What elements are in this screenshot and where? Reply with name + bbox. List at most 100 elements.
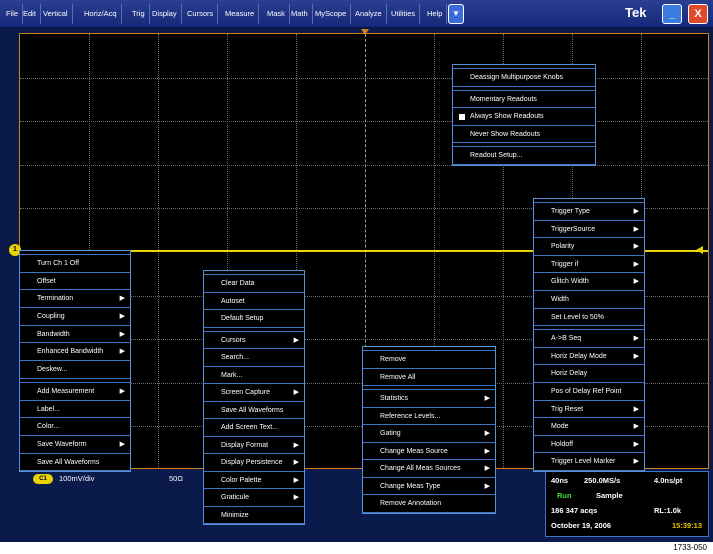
menu-horiz-acq[interactable]: Horiz/Acq: [80, 4, 122, 24]
menu-item-a-b-seq[interactable]: A->B Seq ▶: [534, 330, 644, 348]
trigger-position-marker[interactable]: [361, 29, 369, 35]
menu-item-screen-capture[interactable]: Screen Capture ▶: [204, 384, 304, 402]
menu-item-change-meas-type[interactable]: Change Meas Type ▶: [363, 478, 495, 495]
menu-item-display-format[interactable]: Display Format ▶: [204, 437, 304, 454]
menu-item-label: Trigger Level Marker: [551, 458, 616, 466]
menu-item-bandwidth[interactable]: Bandwidth ▶: [20, 326, 130, 344]
menu-myscope[interactable]: MyScope: [311, 4, 352, 24]
menu-item-triggersource[interactable]: TriggerSource ▶: [534, 221, 644, 239]
menu-item-horiz-delay[interactable]: Horiz Delay: [534, 365, 644, 383]
menu-item-label: Label...: [37, 405, 60, 413]
menu-help[interactable]: Help: [423, 4, 448, 24]
menu-item-remove-all[interactable]: Remove All: [363, 369, 495, 386]
menu-item-readout-setup[interactable]: Readout Setup...: [453, 147, 595, 165]
menu-item-statistics[interactable]: Statistics ▶: [363, 390, 495, 408]
menu-analyze[interactable]: Analyze: [351, 4, 387, 24]
menu-item-trigger-type[interactable]: Trigger Type ▶: [534, 203, 644, 221]
menu-item-remove[interactable]: Remove: [363, 351, 495, 369]
menu-item-polarity[interactable]: Polarity ▶: [534, 238, 644, 256]
acquisition-readout-panel[interactable]: 40ns 250.0MS/s 4.0ns/pt Run Sample 186 3…: [545, 471, 709, 537]
menu-item-holdoff[interactable]: Holdoff ▶: [534, 436, 644, 454]
menu-item-label: A->B Seq: [551, 335, 582, 343]
menu-item-offset[interactable]: Offset: [20, 273, 130, 291]
menu-item-display-persistence[interactable]: Display Persistence ▶: [204, 454, 304, 472]
menu-edit[interactable]: Edit: [19, 4, 41, 24]
menu-item-label: Mode: [551, 423, 569, 431]
menu-item-trigger-level-marker[interactable]: Trigger Level Marker ▶: [534, 453, 644, 471]
menu-item-coupling[interactable]: Coupling ▶: [20, 308, 130, 326]
menu-item-horiz-delay-mode[interactable]: Horiz Delay Mode ▶: [534, 348, 644, 366]
submenu-arrow-icon: ▶: [119, 330, 125, 338]
menu-item-cursors[interactable]: Cursors ▶: [204, 332, 304, 349]
menu-item-add-screen-text[interactable]: Add Screen Text...: [204, 419, 304, 437]
menu-bar: File Edit Vertical Horiz/Acq Trig Display Curs…: [0, 0, 713, 28]
menu-item-save-waveform[interactable]: Save Waveform ▶: [20, 436, 130, 454]
menu-item-deassign-multipurpose-knobs[interactable]: Deassign Multipurpose Knobs: [453, 69, 595, 87]
menu-item-remove-annotation[interactable]: Remove Annotation: [363, 495, 495, 513]
vertical-scale-readout[interactable]: 100mV/div: [59, 474, 94, 483]
submenu-arrow-icon: ▶: [633, 208, 639, 215]
menu-item-pos-of-delay-ref-point[interactable]: Pos of Delay Ref Point: [534, 383, 644, 401]
menu-item-set-level-to-50[interactable]: Set Level to 50%: [534, 309, 644, 327]
menu-item-clear-data[interactable]: Clear Data: [204, 275, 304, 293]
menu-item-trig-reset[interactable]: Trig Reset ▶: [534, 401, 644, 419]
menu-item-save-all-waveforms[interactable]: Save All Waveforms: [20, 454, 130, 472]
menu-utilities[interactable]: Utilities: [387, 4, 421, 24]
menu-item-deskew[interactable]: Deskew...: [20, 361, 130, 379]
menu-item-gating[interactable]: Gating ▶: [363, 425, 495, 443]
menu-item-label: Remove All: [380, 373, 416, 381]
menu-mask[interactable]: Mask: [263, 4, 290, 24]
menu-item-change-all-meas-sources[interactable]: Change All Meas Sources ▶: [363, 460, 495, 478]
menu-item-always-show-readouts[interactable]: Always Show Readouts: [453, 108, 595, 126]
menu-item-termination[interactable]: Termination ▶: [20, 290, 130, 309]
menu-item-save-all-waveforms[interactable]: Save All Waveforms: [204, 402, 304, 419]
menu-item-enhanced-bandwidth[interactable]: Enhanced Bandwidth ▶: [20, 343, 130, 362]
menu-item-color[interactable]: Color...: [20, 418, 130, 436]
menu-item-turn-ch-1-off[interactable]: Turn Ch 1 Off: [20, 255, 130, 273]
menu-item-glitch-width[interactable]: Glitch Width ▶: [534, 273, 644, 291]
submenu-arrow-icon: ▶: [293, 494, 299, 501]
menu-item-add-measurement[interactable]: Add Measurement ▶: [20, 383, 130, 401]
menu-item-search[interactable]: Search...: [204, 349, 304, 367]
menu-item-graticule[interactable]: Graticule ▶: [204, 489, 304, 507]
menu-item-never-show-readouts[interactable]: Never Show Readouts: [453, 126, 595, 144]
menu-item-label[interactable]: Label...: [20, 401, 130, 419]
menu-item-label: Pos of Delay Ref Point: [551, 387, 622, 395]
menu-item-change-meas-source[interactable]: Change Meas Source ▶: [363, 443, 495, 460]
menu-item-label: Readout Setup...: [470, 152, 523, 160]
submenu-arrow-icon: ▶: [484, 465, 490, 472]
menu-display[interactable]: Display: [148, 4, 182, 24]
channel-1-badge[interactable]: C1: [33, 474, 53, 484]
menu-item-mark[interactable]: Mark...: [204, 367, 304, 384]
submenu-arrow-icon: ▶: [633, 260, 639, 268]
menu-item-label: Screen Capture: [221, 389, 271, 396]
menu-item-label: Mark...: [221, 371, 243, 379]
menu-item-trigger-if[interactable]: Trigger if ▶: [534, 256, 644, 274]
channel-menu: Turn Ch 1 Off Offset Termination ▶ Coupling ▶…: [19, 250, 131, 473]
menu-item-momentary-readouts[interactable]: Momentary Readouts: [453, 91, 595, 109]
menu-math[interactable]: Math: [287, 4, 313, 24]
close-button[interactable]: X: [688, 4, 708, 24]
menu-item-label: Save All Waveforms: [221, 406, 284, 414]
menu-item-autoset[interactable]: Autoset: [204, 293, 304, 310]
menu-item-color-palette[interactable]: Color Palette ▶: [204, 472, 304, 489]
menu-item-label: Trig Reset: [551, 405, 584, 413]
menu-trig[interactable]: Trig: [128, 4, 150, 24]
minimize-button[interactable]: _: [662, 4, 682, 24]
menu-item-mode[interactable]: Mode ▶: [534, 418, 644, 436]
trigger-level-marker[interactable]: [696, 246, 703, 254]
dropdown-arrow-icon[interactable]: ▼: [448, 4, 464, 24]
menu-vertical[interactable]: Vertical: [39, 4, 73, 24]
menu-item-reference-levels[interactable]: Reference Levels...: [363, 408, 495, 425]
menu-item-minimize[interactable]: Minimize: [204, 507, 304, 524]
submenu-arrow-icon: ▶: [633, 335, 639, 343]
menu-item-width[interactable]: Width: [534, 291, 644, 309]
menu-item-default-setup[interactable]: Default Setup: [204, 310, 304, 328]
menu-cursors[interactable]: Cursors: [183, 4, 219, 24]
menu-measure[interactable]: Measure: [221, 4, 260, 24]
measure-menu: Remove Remove All Statistics ▶ Reference Lev…: [362, 346, 496, 514]
menu-item-label: Color Palette: [221, 476, 262, 484]
brand-logo: Tek: [625, 5, 647, 20]
submenu-arrow-icon: ▶: [119, 440, 125, 448]
submenu-arrow-icon: ▶: [633, 225, 639, 233]
